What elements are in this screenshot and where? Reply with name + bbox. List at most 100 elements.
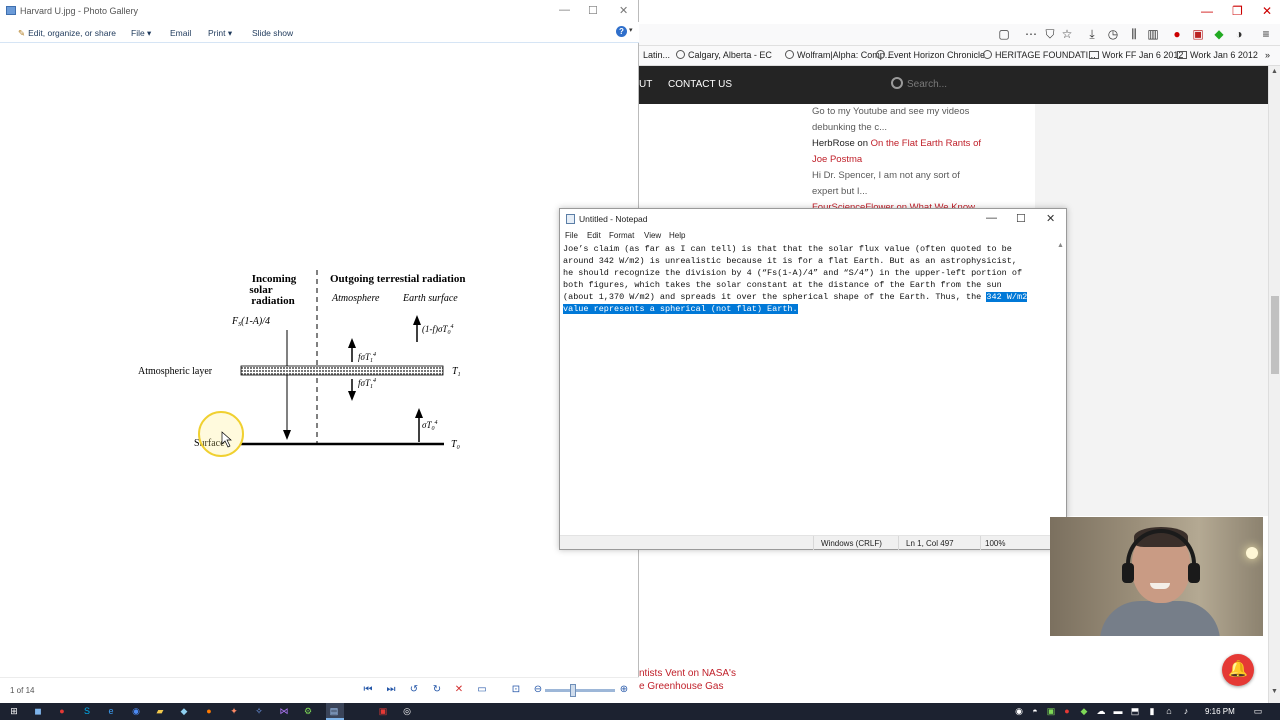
app-icon[interactable]: ◆	[178, 705, 190, 717]
app-icon[interactable]: ✦	[228, 705, 240, 717]
bookmark-folder[interactable]: Work FF Jan 6 2012	[1089, 50, 1183, 60]
menu-edit-organize-share[interactable]: ✎ Edit, organize, or share	[18, 28, 116, 39]
app-icon[interactable]: ⚙	[302, 705, 314, 717]
comment-author[interactable]: HerbRose	[812, 138, 855, 149]
menu-format[interactable]: Format	[609, 231, 634, 240]
history-icon[interactable]: ◷	[1106, 27, 1120, 41]
bookmark-folder[interactable]: Work Jan 6 2012	[1177, 50, 1258, 60]
bookmark-star-icon[interactable]: ☆	[1060, 27, 1074, 41]
bookmark-item[interactable]: Latin...	[643, 50, 670, 60]
display-icon[interactable]: ▭	[475, 683, 489, 697]
comment-post-link[interactable]: Joe Postma	[812, 152, 1002, 168]
page-scrollbar[interactable]: ▲ ▼	[1268, 66, 1280, 703]
scroll-up-icon[interactable]: ▲	[1057, 242, 1064, 249]
delete-icon[interactable]: ✕	[452, 683, 466, 697]
chrome-icon[interactable]: ◉	[130, 705, 142, 717]
menu-file[interactable]: File ▾	[131, 28, 151, 39]
maximize-icon[interactable]: ☐	[1016, 212, 1026, 225]
pocket-icon[interactable]: ⛉	[1043, 27, 1057, 41]
search-icon[interactable]	[891, 77, 903, 89]
folder-icon[interactable]: ▰	[154, 705, 166, 717]
visual-studio-icon[interactable]: ⋈	[278, 705, 290, 717]
zoom-slider-thumb[interactable]	[570, 684, 576, 697]
menu-edit[interactable]: Edit	[587, 231, 601, 240]
app-icon[interactable]: ▣	[377, 705, 389, 717]
app-icon[interactable]: ◼	[32, 705, 44, 717]
zoom-in-icon[interactable]: ⊕	[617, 683, 631, 697]
volume-icon[interactable]: ♪	[1180, 705, 1192, 717]
sidebar-icon[interactable]: ▥	[1146, 27, 1160, 41]
network-icon[interactable]: ⌂	[1163, 705, 1175, 717]
notepad-text-area[interactable]: Joe’s claim (as far as I can tell) is th…	[563, 243, 1055, 533]
firefox-icon[interactable]: ●	[203, 705, 215, 717]
menu-email[interactable]: Email	[170, 28, 191, 38]
help-icon[interactable]: ?	[616, 26, 627, 37]
news-link[interactable]: ntists Vent on NASA's e Greenhouse Gas	[639, 667, 736, 693]
next-icon[interactable]: ⏭	[384, 683, 398, 697]
scrollbar-thumb[interactable]	[1271, 296, 1279, 374]
search-input[interactable]: Search...	[907, 79, 947, 90]
menu-view[interactable]: View	[644, 231, 661, 240]
tray-icon[interactable]: ●	[1061, 705, 1073, 717]
close-icon[interactable]: ✕	[1262, 4, 1272, 18]
bookmark-item[interactable]: Event Horizon Chronicle	[876, 50, 985, 60]
clock[interactable]: 9:16 PM	[1205, 707, 1235, 716]
scroll-down-icon[interactable]: ▼	[1271, 688, 1278, 695]
chevron-down-icon[interactable]: ▾	[629, 26, 633, 34]
menu-help[interactable]: Help	[669, 231, 685, 240]
library-icon[interactable]: ⫼	[1127, 27, 1141, 41]
notepad-scrollbar[interactable]: ▲	[1056, 242, 1066, 533]
menu-print[interactable]: Print ▾	[208, 28, 232, 39]
restore-icon[interactable]: ❐	[1232, 4, 1243, 18]
minimize-icon[interactable]: —	[986, 212, 997, 224]
start-icon[interactable]: ⊞	[8, 705, 20, 717]
nav-item-partial[interactable]: UT	[639, 79, 652, 90]
download-icon[interactable]: ⤓	[1085, 27, 1099, 41]
minimize-icon[interactable]: —	[1201, 4, 1213, 18]
bookmarks-overflow-icon[interactable]: »	[1265, 50, 1270, 60]
tray-icon[interactable]: ⬒	[1129, 705, 1141, 717]
notification-bell-icon[interactable]: 🔔	[1222, 654, 1254, 686]
notepad-taskbar-icon[interactable]: ▤	[328, 705, 340, 717]
bookmark-item[interactable]: Calgary, Alberta - EC	[676, 50, 772, 60]
previous-icon[interactable]: ⏮	[361, 683, 375, 697]
close-icon[interactable]: ✕	[1046, 212, 1055, 225]
bookmark-item[interactable]: HERITAGE FOUNDATI...	[983, 50, 1096, 60]
extension-green-icon[interactable]: ◆	[1212, 27, 1226, 41]
nav-item-contact[interactable]: CONTACT US	[668, 79, 732, 90]
zoom-out-icon[interactable]: ⊖	[531, 683, 545, 697]
tray-icon[interactable]: ▮	[1146, 705, 1158, 717]
scroll-up-icon[interactable]: ▲	[1271, 68, 1278, 75]
menu-file[interactable]: File	[565, 231, 578, 240]
zoom-slider-track[interactable]	[545, 689, 615, 692]
edge-icon[interactable]: e	[105, 705, 117, 717]
tray-icon[interactable]: ◓	[1029, 705, 1041, 717]
reader-icon[interactable]: ▢	[997, 27, 1011, 41]
app-icon[interactable]: ●	[56, 705, 68, 717]
app-icon[interactable]: ◎	[401, 705, 413, 717]
extension-box-icon[interactable]: ▣	[1191, 27, 1205, 41]
cloud-icon[interactable]: ☁	[1095, 705, 1107, 717]
news-link-line[interactable]: e Greenhouse Gas	[639, 680, 736, 693]
extension-red-icon[interactable]: ●	[1170, 27, 1184, 41]
app-icon[interactable]: ✧	[253, 705, 265, 717]
comment-post-link[interactable]: FourScienceFlower on What We Know	[812, 200, 1002, 208]
rotate-right-icon[interactable]: ↻	[430, 683, 444, 697]
actual-size-icon[interactable]: ⊡	[509, 683, 523, 697]
extension-icon[interactable]: ◑	[1232, 27, 1246, 41]
more-icon[interactable]: ⋯	[1024, 27, 1038, 41]
tray-icon[interactable]: ◉	[1013, 705, 1025, 717]
minimize-icon[interactable]: —	[559, 4, 570, 16]
rotate-left-icon[interactable]: ↺	[407, 683, 421, 697]
maximize-icon[interactable]: ☐	[588, 4, 598, 17]
tray-icon[interactable]: ▬	[1112, 705, 1124, 717]
close-icon[interactable]: ✕	[619, 4, 628, 17]
skype-icon[interactable]: S	[81, 705, 93, 717]
comment-post-link[interactable]: On the Flat Earth Rants of	[871, 138, 981, 149]
tray-icon[interactable]: ◆	[1078, 705, 1090, 717]
tray-icon[interactable]: ▣	[1045, 705, 1057, 717]
menu-slide-show[interactable]: Slide show	[252, 28, 293, 38]
menu-icon[interactable]: ≡	[1259, 27, 1273, 41]
notifications-icon[interactable]: ▭	[1252, 705, 1264, 717]
news-link-line[interactable]: ntists Vent on NASA's	[639, 667, 736, 680]
